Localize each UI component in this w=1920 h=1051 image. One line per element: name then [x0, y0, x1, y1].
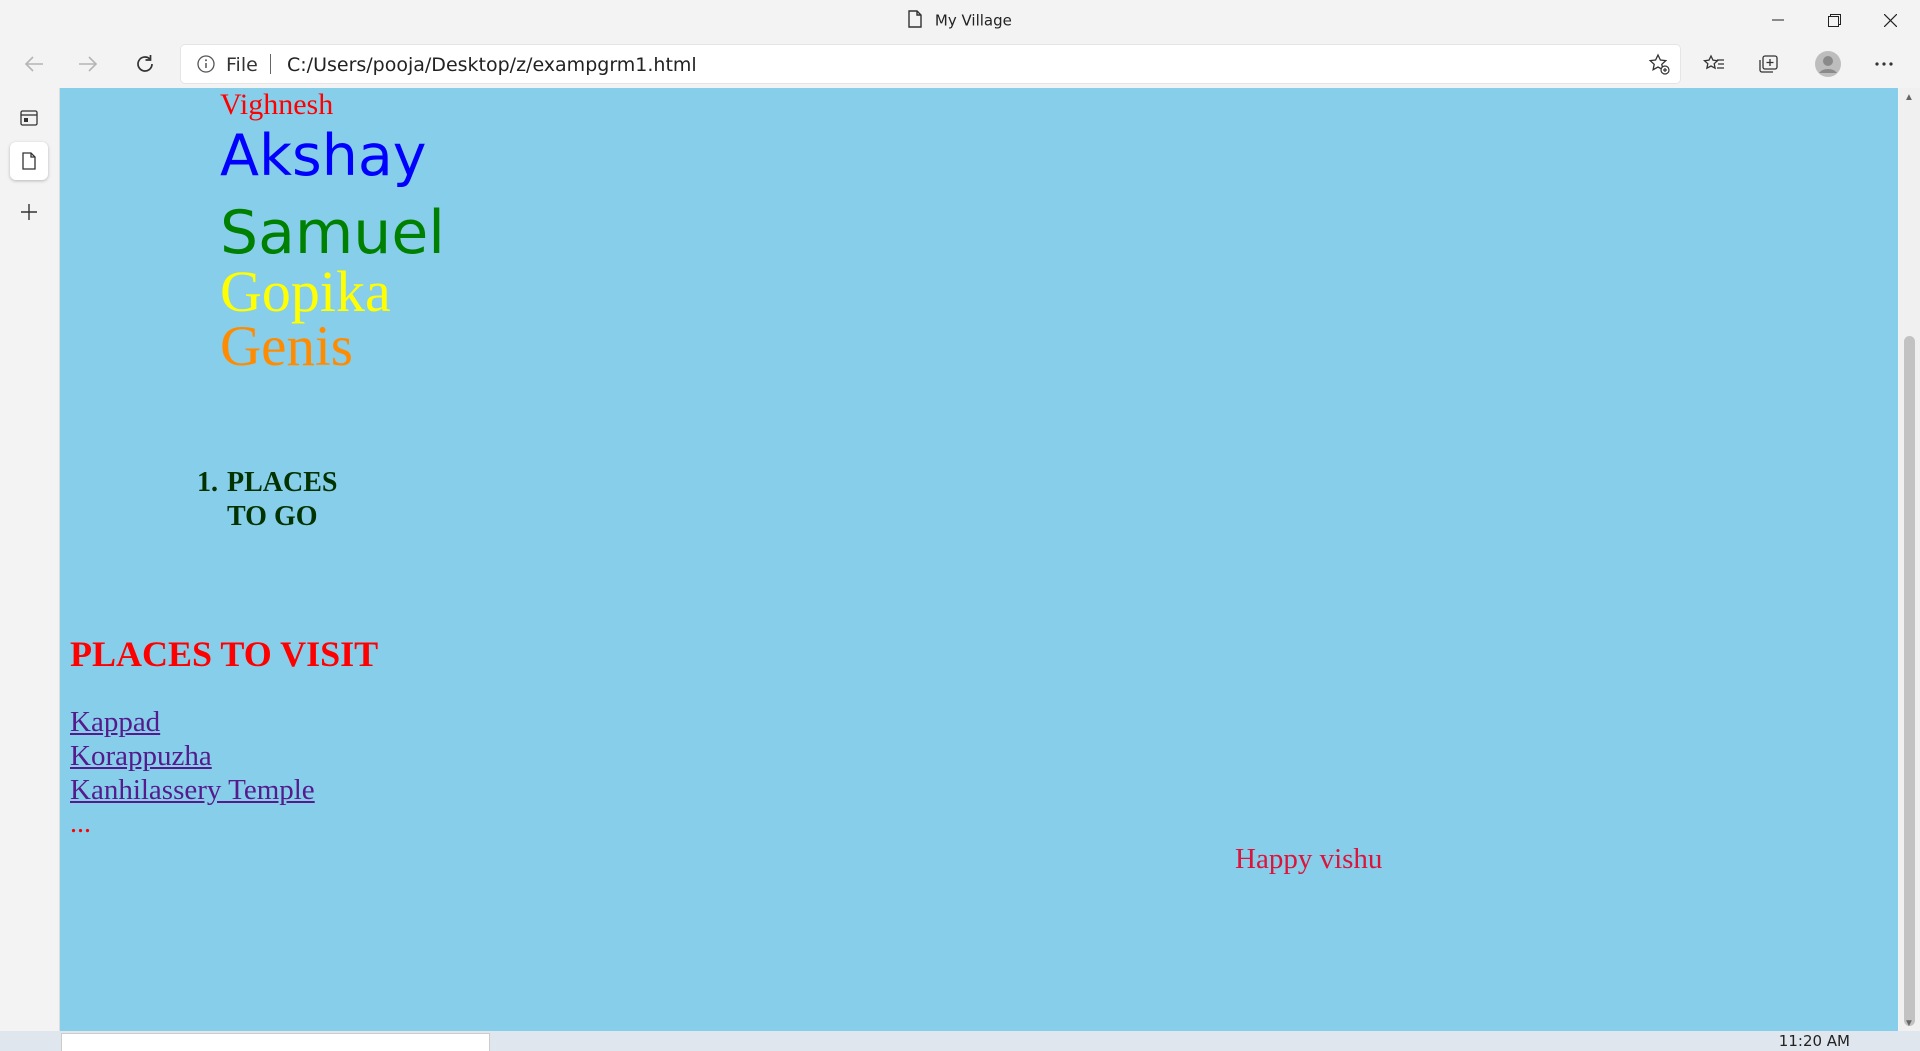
close-button[interactable]: [1862, 0, 1918, 40]
address-separator: [270, 54, 271, 74]
info-icon[interactable]: [197, 55, 215, 78]
scroll-down-arrow-icon[interactable]: ▼: [1904, 1018, 1914, 1029]
places-to-go-list: 1. PLACES TO GO: [197, 466, 387, 534]
document-icon: [908, 10, 922, 32]
window-titlebar: My Village: [0, 0, 1920, 40]
url-text[interactable]: C:/Users/pooja/Desktop/z/exampgrm1.html: [287, 54, 697, 76]
greeting-text: Happy vishu: [1235, 843, 1383, 875]
vertical-tabs-sidebar: [0, 88, 60, 1031]
profile-avatar[interactable]: [1810, 46, 1846, 82]
minimize-button[interactable]: [1750, 0, 1806, 40]
list-item-line-2: TO GO: [227, 501, 318, 532]
favorites-icon[interactable]: [1696, 46, 1732, 82]
more-menu-icon[interactable]: [1866, 46, 1902, 82]
web-page-content: Vighnesh Akshay Samuel Gopika Genis 1. P…: [60, 88, 1898, 1031]
forward-button[interactable]: [70, 46, 106, 82]
page-icon: [22, 152, 36, 170]
restore-button[interactable]: [1806, 0, 1862, 40]
refresh-button[interactable]: [127, 46, 163, 82]
ellipsis-text: ...: [70, 808, 91, 839]
link-korappuzha[interactable]: Korappuzha: [70, 739, 315, 773]
site-scheme-label[interactable]: File: [226, 54, 258, 76]
page-scrollbar[interactable]: ▲ ▼: [1899, 88, 1920, 1031]
scroll-up-arrow-icon[interactable]: ▲: [1904, 92, 1914, 103]
tab-current-page[interactable]: [10, 142, 48, 180]
window-title-area: My Village: [0, 10, 1920, 32]
taskbar-clock[interactable]: 11:20 AM: [1779, 1032, 1850, 1050]
places-links: Kappad Korappuzha Kanhilassery Temple: [70, 705, 315, 807]
tab-actions-icon[interactable]: [10, 99, 48, 137]
scrollbar-thumb[interactable]: [1904, 336, 1915, 1026]
list-item-line-1: PLACES: [227, 467, 338, 498]
link-kanhilassery-temple[interactable]: Kanhilassery Temple: [70, 773, 315, 807]
windows-taskbar: 11:20 AM: [0, 1031, 1920, 1051]
name-akshay: Akshay: [220, 123, 427, 189]
link-kappad[interactable]: Kappad: [70, 705, 315, 739]
list-number: 1.: [197, 467, 218, 498]
list-item: 1. PLACES TO GO: [197, 466, 387, 534]
address-bar[interactable]: File C:/Users/pooja/Desktop/z/exampgrm1.…: [181, 45, 1680, 83]
back-button[interactable]: [16, 46, 52, 82]
collections-icon[interactable]: [1751, 46, 1787, 82]
name-genis: Genis: [220, 315, 353, 378]
add-favorite-icon[interactable]: [1648, 53, 1670, 80]
new-tab-icon[interactable]: [10, 193, 48, 231]
name-vighnesh: Vighnesh: [220, 88, 334, 121]
browser-toolbar: File C:/Users/pooja/Desktop/z/exampgrm1.…: [0, 40, 1920, 88]
window-title: My Village: [934, 11, 1012, 30]
taskbar-search-box[interactable]: [61, 1033, 490, 1051]
places-to-visit-heading: PLACES TO VISIT: [70, 634, 379, 674]
